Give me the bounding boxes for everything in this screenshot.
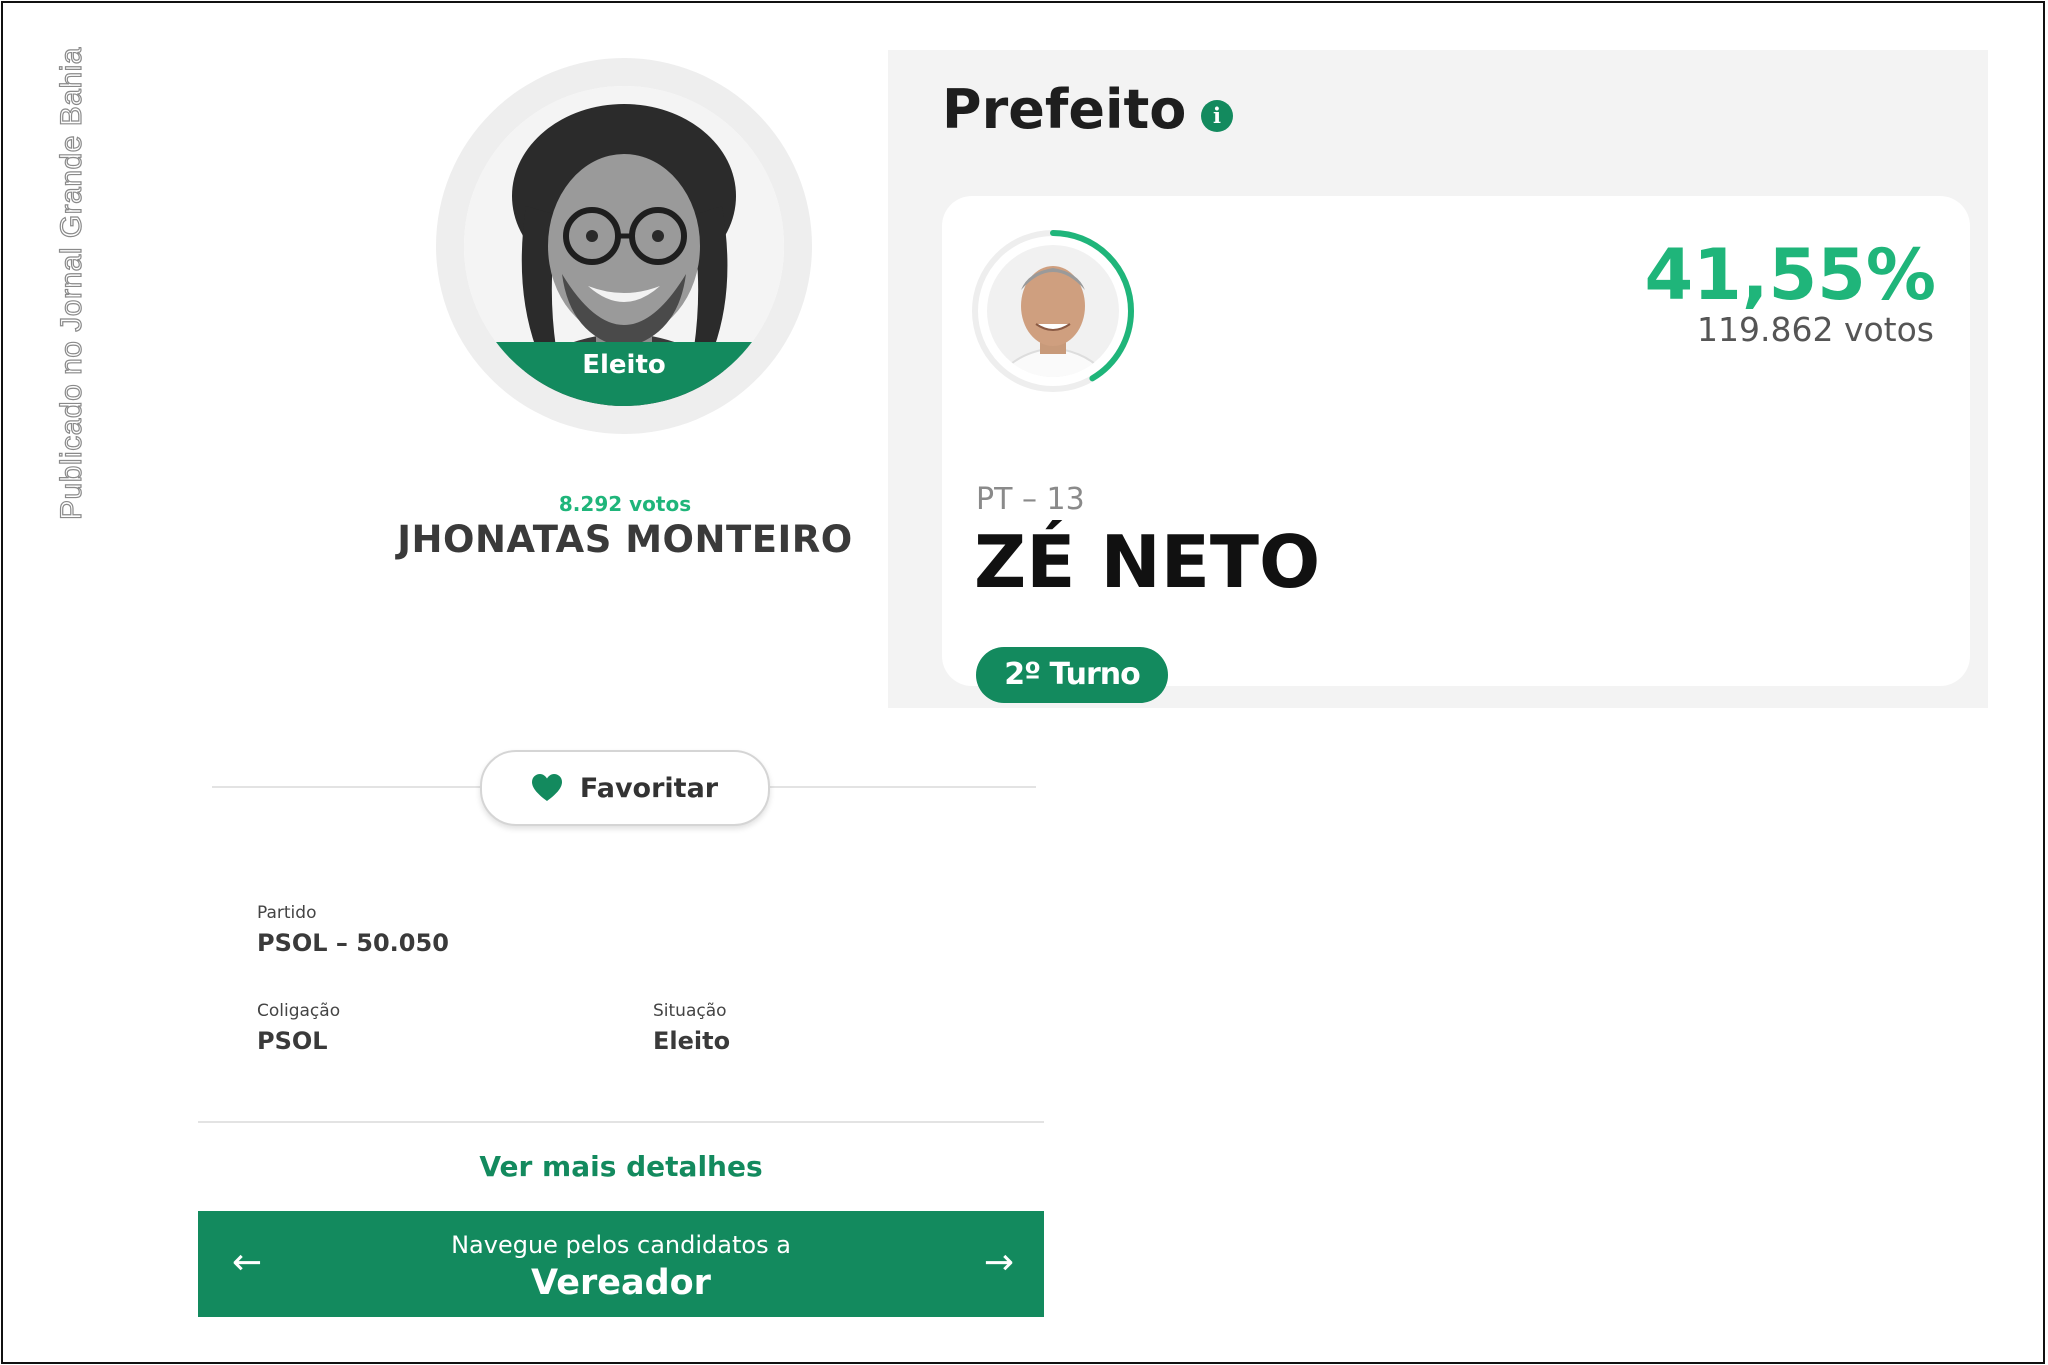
status-value: Eleito [653, 1027, 731, 1055]
mayor-name: ZÉ NETO [974, 520, 1321, 604]
arrow-right-icon[interactable]: → [984, 1245, 1014, 1281]
round-badge: 2º Turno [976, 647, 1168, 703]
section-title: Prefeito [942, 78, 1187, 141]
candidate-navigation: ← Navegue pelos candidatos a Vereador → [198, 1211, 1044, 1317]
mayor-photo [987, 245, 1119, 377]
candidate-photo-frame: Eleito [464, 86, 784, 406]
vote-percentage: 41,55% [1644, 234, 1936, 316]
coalition-label: Coligação [257, 1001, 341, 1021]
vote-progress-ring [972, 230, 1134, 392]
mayor-panel: Prefeito i 41,55% 119.862 votos PT – 13 … [888, 50, 1988, 708]
status-label: Situação [653, 1001, 727, 1021]
favorite-label: Favoritar [579, 772, 719, 804]
info-icon[interactable]: i [1201, 100, 1233, 132]
mayor-avatar [968, 226, 1138, 396]
mayor-party: PT – 13 [976, 482, 1085, 517]
heart-icon [531, 774, 562, 801]
divider [198, 1121, 1044, 1123]
more-details-link[interactable]: Ver mais detalhes [198, 1150, 1044, 1183]
candidate-name: JHONATAS MONTEIRO [397, 518, 853, 561]
mayor-result-card[interactable]: 41,55% 119.862 votos PT – 13 ZÉ NETO 2º … [942, 196, 1970, 703]
candidate-votes: 8.292 votos [558, 492, 692, 516]
party-value: PSOL – 50.050 [257, 929, 449, 957]
nav-subtitle: Navegue pelos candidatos a [451, 1231, 791, 1259]
coalition-value: PSOL [257, 1027, 328, 1055]
favorite-button[interactable]: Favoritar [480, 750, 770, 826]
candidate-avatar: Eleito [436, 58, 812, 434]
mayor-votes: 119.862 votos [1697, 310, 1934, 349]
nav-title: Vereador [531, 1263, 711, 1303]
party-label: Partido [257, 903, 317, 923]
watermark: Publicado no Jornal Grande Bahia [54, 46, 88, 520]
elected-badge: Eleito [464, 342, 784, 406]
